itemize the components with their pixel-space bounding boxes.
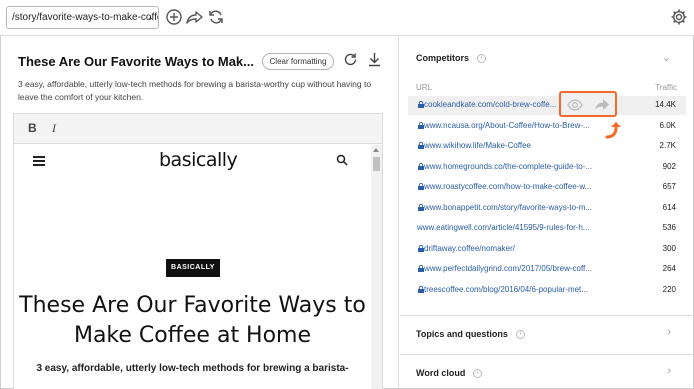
table-row[interactable]: www.perfectdailygrind.com/2017/05/brew-c…	[408, 260, 686, 279]
top-toolbar: /story/favorite-ways-to-make-coffee... ⌄	[0, 0, 694, 36]
chevron-down-icon[interactable]: ⌄	[662, 51, 671, 64]
row-actions-highlight	[559, 91, 617, 117]
refresh-icon[interactable]	[343, 52, 358, 67]
article-headline: These Are Our Favorite Ways to Make Coff…	[14, 291, 371, 351]
table-row[interactable]: www.ncausa.org/About-Coffee/How-to-Brew-…	[408, 117, 686, 136]
competitor-url[interactable]: www.eatingwell.com/article/41595/9-rules…	[417, 223, 590, 232]
info-icon[interactable]: i	[515, 330, 525, 340]
italic-button[interactable]: I	[52, 121, 56, 136]
chevron-down-icon: ⌄	[146, 12, 154, 22]
competitor-url[interactable]: www.bonappetit.com/story/favorite-ways-t…	[424, 203, 592, 212]
competitor-url[interactable]: www.ncausa.org/About-Coffee/How-to-Brew-…	[424, 121, 590, 130]
competitor-url[interactable]: www.homegrounds.co/the-complete-guide-to…	[424, 162, 592, 171]
scroll-up-arrow[interactable]	[373, 148, 379, 152]
page-preview[interactable]: basically BASICALLY These Are Our Favori…	[14, 145, 371, 389]
url-select-value: /story/favorite-ways-to-make-coffee...	[12, 12, 158, 23]
url-select[interactable]: /story/favorite-ways-to-make-coffee... ⌄	[6, 6, 159, 29]
chevron-right-icon[interactable]: ›	[667, 326, 671, 338]
article-subheading: 3 easy, affordable, utterly low-tech met…	[36, 363, 349, 374]
headline-line-1: These Are Our Favorite Ways to	[19, 293, 366, 318]
traffic-value: 902	[662, 162, 676, 171]
competitor-url[interactable]: cookieandkate.com/cold-brew-coffe...	[424, 100, 556, 109]
editor-toolbar: B I	[14, 114, 382, 144]
competitor-url[interactable]: treescoffee.com/blog/2016/04/6-popular-m…	[424, 285, 588, 294]
add-icon[interactable]	[165, 8, 183, 26]
scrollbar[interactable]	[371, 145, 382, 389]
competitor-url[interactable]: www.roastycoffee.com/how-to-make-coffee-…	[424, 182, 591, 191]
document-panel: These Are Our Favorite Ways to Mak... Cl…	[0, 37, 399, 389]
word-cloud-title: Word cloud	[416, 368, 466, 378]
chevron-right-icon[interactable]: ›	[667, 365, 671, 377]
sync-icon[interactable]	[207, 8, 225, 26]
download-icon[interactable]	[367, 52, 382, 67]
table-row[interactable]: cookieandkate.com/cold-brew-coffe... 14.…	[408, 96, 686, 115]
editor: B I basically BASICALLY These Are Our Fa…	[13, 113, 383, 389]
headline-line-2: Make Coffee at Home	[73, 323, 312, 348]
traffic-value: 6.0K	[659, 121, 676, 130]
document-title: These Are Our Favorite Ways to Mak...	[18, 54, 254, 69]
table-row[interactable]: www.homegrounds.co/the-complete-guide-to…	[408, 158, 686, 177]
divider	[400, 354, 694, 355]
traffic-value: 614	[662, 203, 676, 212]
table-row[interactable]: www.roastycoffee.com/how-to-make-coffee-…	[408, 178, 686, 197]
bold-button[interactable]: B	[28, 121, 37, 135]
competitor-url[interactable]: www.wikihow.life/Make-Coffee	[424, 141, 531, 150]
topics-header[interactable]: Topics and questions i	[416, 329, 525, 340]
category-tag: BASICALLY	[166, 259, 220, 277]
traffic-value: 657	[662, 182, 676, 191]
pointer-arrow-icon	[605, 122, 621, 139]
word-cloud-header[interactable]: Word cloud i	[416, 368, 483, 379]
competitors-header[interactable]: Competitors i	[416, 53, 487, 64]
traffic-value: 2.7K	[659, 141, 676, 150]
table-row[interactable]: treescoffee.com/blog/2016/04/6-popular-m…	[408, 281, 686, 300]
table-row[interactable]: www.wikihow.life/Make-Coffee 2.7K	[408, 137, 686, 156]
brand-logo: basically	[159, 149, 238, 171]
divider	[400, 315, 694, 316]
traffic-value: 300	[662, 244, 676, 253]
traffic-value: 14.4K	[655, 100, 676, 109]
clear-formatting-button[interactable]: Clear formatting	[262, 53, 334, 70]
search-icon	[336, 154, 348, 166]
column-header-url: URL	[416, 83, 433, 92]
column-header-traffic: Traffic	[655, 83, 677, 92]
info-icon[interactable]: i	[473, 369, 483, 379]
competitors-title: Competitors	[416, 53, 470, 63]
eye-icon[interactable]	[567, 98, 583, 112]
traffic-value: 536	[662, 223, 676, 232]
competitors-panel: Competitors i ⌄ URL Traffic cookieandkate…	[400, 37, 694, 389]
hamburger-icon	[33, 156, 45, 166]
scroll-thumb[interactable]	[373, 157, 380, 171]
competitor-url[interactable]: www.perfectdailygrind.com/2017/05/brew-c…	[424, 264, 592, 273]
topics-title: Topics and questions	[416, 329, 508, 339]
share-icon[interactable]	[186, 8, 204, 26]
share-icon[interactable]	[594, 97, 610, 112]
table-row[interactable]: driftaway.coffee/nomaker/ 300	[408, 240, 686, 259]
competitor-url[interactable]: driftaway.coffee/nomaker/	[424, 244, 515, 253]
traffic-value: 264	[662, 264, 676, 273]
table-row[interactable]: www.eatingwell.com/article/41595/9-rules…	[408, 219, 686, 238]
traffic-value: 220	[662, 285, 676, 294]
table-row[interactable]: www.bonappetit.com/story/favorite-ways-t…	[408, 199, 686, 218]
info-icon[interactable]: i	[477, 54, 487, 64]
document-description: 3 easy, affordable, utterly low-tech met…	[18, 79, 372, 102]
gear-icon[interactable]	[670, 8, 688, 26]
